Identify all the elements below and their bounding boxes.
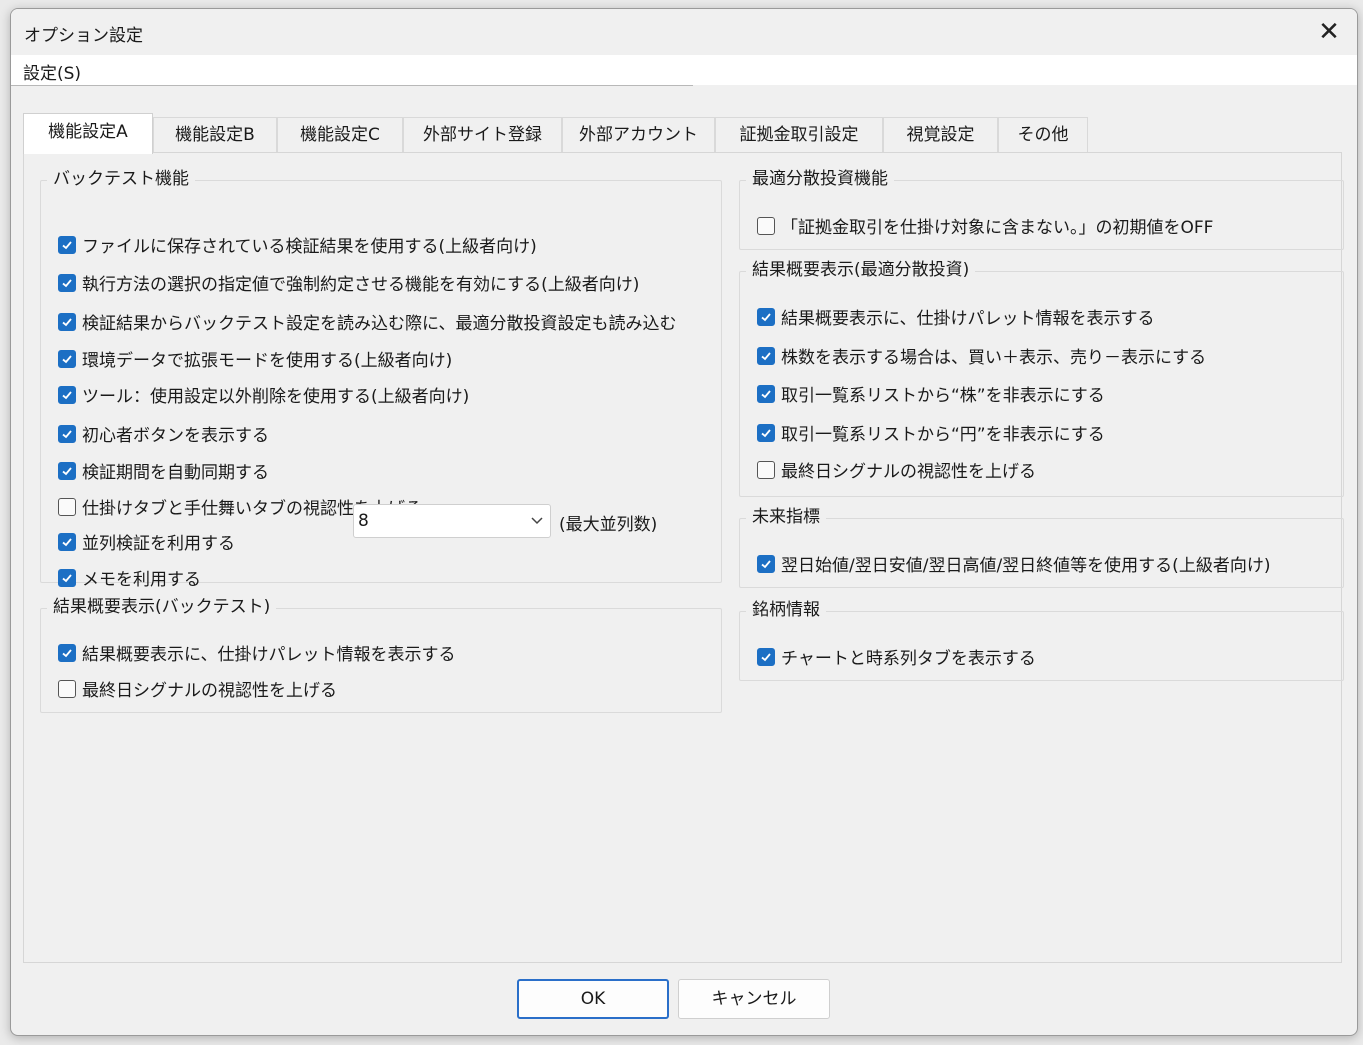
cancel-button[interactable]: キャンセル xyxy=(678,979,830,1019)
close-icon[interactable]: ✕ xyxy=(1315,18,1343,46)
checkbox-label: 執行方法の選択の指定値で強制約定させる機能を有効にする(上級者向け) xyxy=(82,275,640,295)
tab-margin-trading[interactable]: 証拠金取引設定 xyxy=(715,117,883,153)
window-title: オプション設定 xyxy=(24,26,143,46)
group-title: 銘柄情報 xyxy=(746,598,826,622)
checkbox[interactable] xyxy=(757,647,775,666)
ok-button[interactable]: OK xyxy=(517,979,669,1019)
checkbox-row[interactable]: 執行方法の選択の指定値で強制約定させる機能を有効にする(上級者向け) xyxy=(58,270,639,295)
group-summary-optimal: 結果概要表示(最適分散投資) 結果概要表示に、仕掛けパレット情報を表示する 株数… xyxy=(739,258,1344,497)
checkbox-row[interactable]: チャートと時系列タブを表示する xyxy=(757,644,1036,669)
tab-external-sites[interactable]: 外部サイト登録 xyxy=(403,117,562,153)
checkbox-row[interactable]: 最終日シグナルの視認性を上げる xyxy=(58,676,337,701)
group-title: 未来指標 xyxy=(746,505,826,529)
checkbox-row[interactable]: 結果概要表示に、仕掛けパレット情報を表示する xyxy=(58,640,456,665)
checkbox-label: 最終日シグナルの視認性を上げる xyxy=(781,462,1036,482)
tab-external-accounts[interactable]: 外部アカウント xyxy=(562,117,715,153)
checkbox-row[interactable]: 初心者ボタンを表示する xyxy=(58,421,269,446)
checkbox-row[interactable]: 翌日始値/翌日安値/翌日高値/翌日終値等を使用する(上級者向け) xyxy=(757,551,1270,576)
checkbox[interactable] xyxy=(58,497,76,516)
checkbox-label: ファイルに保存されている検証結果を使用する(上級者向け) xyxy=(82,237,537,257)
checkbox-label: 株数を表示する場合は、買い＋表示、売り－表示にする xyxy=(781,348,1207,368)
menu-settings[interactable]: 設定(S) xyxy=(23,59,81,84)
title-bar: オプション設定 ✕ xyxy=(11,9,1357,55)
tab-function-a[interactable]: 機能設定A xyxy=(23,113,153,154)
checkbox-row[interactable]: 最終日シグナルの視認性を上げる xyxy=(757,457,1036,482)
options-dialog: オプション設定 ✕ 設定(S) 機能設定A 機能設定B 機能設定C 外部サイト登… xyxy=(10,8,1358,1036)
checkbox-row[interactable]: ツール：使用設定以外削除を使用する(上級者向け) xyxy=(58,382,469,407)
checkbox-label: ツール：使用設定以外削除を使用する(上級者向け) xyxy=(82,387,470,407)
checkbox[interactable] xyxy=(757,423,775,442)
max-parallel-label: (最大並列数) xyxy=(559,515,658,535)
checkbox[interactable] xyxy=(58,385,76,404)
checkbox[interactable] xyxy=(757,384,775,403)
tab-function-b[interactable]: 機能設定B xyxy=(153,117,277,153)
checkbox-label: 「証拠金取引を仕掛け対象に含まない。」の初期値をOFF xyxy=(781,218,1214,238)
checkbox[interactable] xyxy=(58,312,76,331)
checkbox-label: 取引一覧系リストから“円”を非表示にする xyxy=(781,425,1105,445)
checkbox-label: 検証期間を自動同期する xyxy=(82,463,269,483)
group-future-indicators: 未来指標 翌日始値/翌日安値/翌日高値/翌日終値等を使用する(上級者向け) xyxy=(739,505,1344,588)
checkbox[interactable] xyxy=(757,460,775,479)
checkbox-row[interactable]: 「証拠金取引を仕掛け対象に含まない。」の初期値をOFF xyxy=(757,213,1213,238)
group-optimal: 最適分散投資機能 「証拠金取引を仕掛け対象に含まない。」の初期値をOFF xyxy=(739,167,1344,250)
checkbox[interactable] xyxy=(757,216,775,235)
checkbox-row[interactable]: 結果概要表示に、仕掛けパレット情報を表示する xyxy=(757,304,1155,329)
checkbox-label: メモを利用する xyxy=(82,570,201,590)
menu-bar: 設定(S) xyxy=(11,55,1357,85)
select-value: 8 xyxy=(358,511,369,531)
checkbox[interactable] xyxy=(58,349,76,368)
tab-visual[interactable]: 視覚設定 xyxy=(883,117,998,153)
checkbox[interactable] xyxy=(58,532,76,551)
group-stock-info: 銘柄情報 チャートと時系列タブを表示する xyxy=(739,598,1344,681)
checkbox-label: 初心者ボタンを表示する xyxy=(82,426,269,446)
checkbox[interactable] xyxy=(58,568,76,587)
checkbox-row[interactable]: 検証期間を自動同期する xyxy=(58,458,269,483)
checkbox-label: チャートと時系列タブを表示する xyxy=(781,649,1036,669)
group-title: 結果概要表示(バックテスト) xyxy=(47,595,277,619)
checkbox-row[interactable]: 取引一覧系リストから“株”を非表示にする xyxy=(757,381,1105,406)
checkbox-row[interactable]: 取引一覧系リストから“円”を非表示にする xyxy=(757,420,1105,445)
checkbox[interactable] xyxy=(757,346,775,365)
checkbox-row[interactable]: 環境データで拡張モードを使用する(上級者向け) xyxy=(58,346,452,371)
checkbox-label: 取引一覧系リストから“株”を非表示にする xyxy=(781,386,1105,406)
checkbox-label: 翌日始値/翌日安値/翌日高値/翌日終値等を使用する(上級者向け) xyxy=(781,556,1271,576)
checkbox[interactable] xyxy=(58,235,76,254)
checkbox-label: 並列検証を利用する xyxy=(82,534,235,554)
checkbox-row[interactable]: メモを利用する xyxy=(58,565,201,590)
checkbox-row[interactable]: 株数を表示する場合は、買い＋表示、売り－表示にする xyxy=(757,343,1206,368)
checkbox-row[interactable]: 並列検証を利用する xyxy=(58,529,235,554)
checkbox-row[interactable]: 検証結果からバックテスト設定を読み込む際に、最適分散投資設定も読み込む xyxy=(58,309,677,334)
checkbox[interactable] xyxy=(58,643,76,662)
checkbox[interactable] xyxy=(58,679,76,698)
checkbox-label: 環境データで拡張モードを使用する(上級者向け) xyxy=(82,351,453,371)
group-title: バックテスト機能 xyxy=(47,167,195,191)
menu-divider xyxy=(11,85,693,86)
checkbox[interactable] xyxy=(58,461,76,480)
tab-other[interactable]: その他 xyxy=(998,117,1088,153)
checkbox[interactable] xyxy=(58,273,76,292)
checkbox[interactable] xyxy=(58,424,76,443)
checkbox-label: 検証結果からバックテスト設定を読み込む際に、最適分散投資設定も読み込む xyxy=(82,314,677,334)
checkbox-row[interactable]: ファイルに保存されている検証結果を使用する(上級者向け) xyxy=(58,232,537,257)
parallel-count-select[interactable]: 8 xyxy=(353,504,551,538)
group-title: 最適分散投資機能 xyxy=(746,167,894,191)
checkbox-label: 結果概要表示に、仕掛けパレット情報を表示する xyxy=(82,645,456,665)
tab-function-c[interactable]: 機能設定C xyxy=(277,117,403,153)
checkbox-label: 結果概要表示に、仕掛けパレット情報を表示する xyxy=(781,309,1155,329)
tab-panel: バックテスト機能 ファイルに保存されている検証結果を使用する(上級者向け) 執行… xyxy=(23,152,1344,963)
chevron-down-icon xyxy=(531,517,543,525)
group-summary-backtest: 結果概要表示(バックテスト) 結果概要表示に、仕掛けパレット情報を表示する 最終… xyxy=(40,595,722,713)
checkbox-label: 最終日シグナルの視認性を上げる xyxy=(82,681,337,701)
checkbox[interactable] xyxy=(757,554,775,573)
checkbox[interactable] xyxy=(757,307,775,326)
group-title: 結果概要表示(最適分散投資) xyxy=(746,258,976,282)
